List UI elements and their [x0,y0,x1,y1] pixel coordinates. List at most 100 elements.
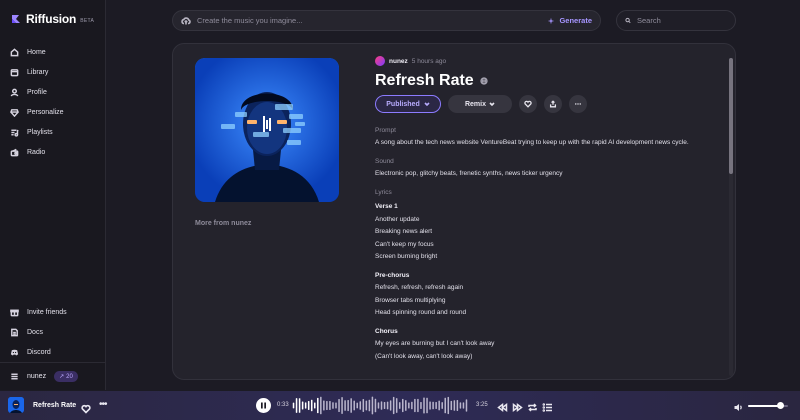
duration: 3:25 [476,402,488,408]
queue-button[interactable] [542,400,553,412]
sidebar-item-library[interactable]: Library [0,62,106,82]
sidebar-item-label: Home [27,48,46,56]
profile-icon [10,88,19,96]
invite-icon [10,309,19,316]
fast-forward-icon [512,403,523,412]
waveform-bar [314,402,316,409]
repeat-icon [528,403,537,412]
pause-icon [261,402,266,409]
search-input[interactable] [637,16,727,25]
remix-label: Remix [464,100,486,108]
remix-dropdown[interactable]: Remix [448,95,512,113]
waveform-bar [395,398,398,413]
song-title: Refresh Rate [375,72,474,89]
waveform-bar [417,398,419,413]
avatar[interactable] [375,56,385,66]
waveform-bar [432,401,434,410]
waveform-bar [402,398,404,413]
waveform-bar [426,397,428,414]
player-title[interactable]: Refresh Rate [33,402,76,409]
waveform-bar [295,398,298,413]
waveform-bar [453,400,456,411]
song-details: nunez 5 hours ago Refresh Rate Published… [375,56,725,363]
credits-icon: ↗ [59,374,65,380]
menu-icon [11,373,18,380]
waveform-bar [420,402,422,409]
share-button[interactable] [544,95,562,113]
sidebar-item-label: Library [27,68,49,76]
player-thumbnail[interactable] [8,397,24,413]
generate-button[interactable]: Generate [547,16,592,25]
waveform-bar [353,400,355,411]
volume-slider[interactable] [748,402,788,409]
author-name[interactable]: nunez [389,58,408,65]
waveform-bar [362,399,365,412]
cover-art-image [195,58,339,202]
more-from-label: More from nunez [195,220,252,227]
cover-art[interactable] [195,58,339,202]
volume-button[interactable] [733,400,744,411]
volume-slider-handle[interactable] [776,402,784,409]
waveform-bar [292,402,295,409]
player-more-button[interactable]: ••• [99,399,107,410]
lyric-section-heading: Pre-chorus [375,271,410,279]
waveform-bar [383,402,386,409]
waveform-bar [344,400,346,411]
like-button[interactable] [519,95,537,113]
sidebar-item-label: Personalize [27,108,64,116]
waveform-bar [411,401,413,410]
sidebar-item-invite-friends[interactable]: Invite friends [0,302,106,322]
waveform-scrubber[interactable] [292,396,468,415]
sidebar-item-personalize[interactable]: Personalize [0,102,106,122]
sidebar-item-discord[interactable]: Discord [0,342,106,362]
player-bar: Refresh Rate ••• 0:33 3:25 [0,391,800,420]
chevron-down-icon [489,102,495,107]
volume-slider-fill [748,405,780,407]
fast-forward-button[interactable] [512,400,523,412]
lyric-line: Another update [375,215,420,223]
sidebar-item-label: Docs [27,328,43,336]
sidebar-item-label: Discord [27,348,51,356]
upload-cloud-icon[interactable] [181,16,191,26]
waveform-bar [359,401,362,410]
globe-icon [480,77,488,85]
waveform-bar [320,396,322,415]
scrollbar-thumb[interactable] [729,58,733,174]
waveform-bar [335,402,337,409]
sidebar-item-home[interactable]: Home [0,42,106,62]
logo[interactable]: Riffusion BETA [10,12,94,26]
waveform-bar [326,400,328,411]
waveform-bar [350,398,352,413]
repeat-button[interactable] [527,400,538,412]
lyric-line: Head spinning round and round [375,309,467,316]
sidebar-item-docs[interactable]: Docs [0,322,106,342]
action-row: Published Remix [375,95,725,113]
waveform-bar [414,398,416,413]
waveform-bar [323,400,325,411]
create-prompt-input[interactable] [197,16,548,25]
waveform-bar [301,401,304,410]
lyrics-label: Lyrics [375,189,392,196]
rewind-button[interactable] [497,400,508,412]
pause-button[interactable] [256,398,271,413]
user-menu[interactable]: nunez ↗ 20 [0,362,106,390]
docs-icon [11,328,18,336]
more-options-button[interactable] [569,95,587,113]
share-icon [549,100,557,108]
published-label: Published [386,100,420,108]
published-dropdown[interactable]: Published [375,95,441,113]
search-bar [616,10,736,31]
credits-badge[interactable]: ↗ 20 [54,371,78,382]
waveform-bar [429,401,431,410]
player-like-button[interactable] [81,401,91,414]
chevron-down-icon [424,102,430,107]
search-icon [625,17,631,24]
ellipsis-icon: ••• [99,399,107,410]
scrollbar[interactable] [729,58,733,376]
sound-text: Electronic pop, glitchy beats, frenetic … [375,170,563,177]
sidebar-item-playlists[interactable]: Playlists [0,122,106,142]
sidebar-item-profile[interactable]: Profile [0,82,106,102]
sparkle-icon [548,17,555,24]
sidebar-item-radio[interactable]: Radio [0,142,106,162]
waveform-bar [423,397,425,414]
